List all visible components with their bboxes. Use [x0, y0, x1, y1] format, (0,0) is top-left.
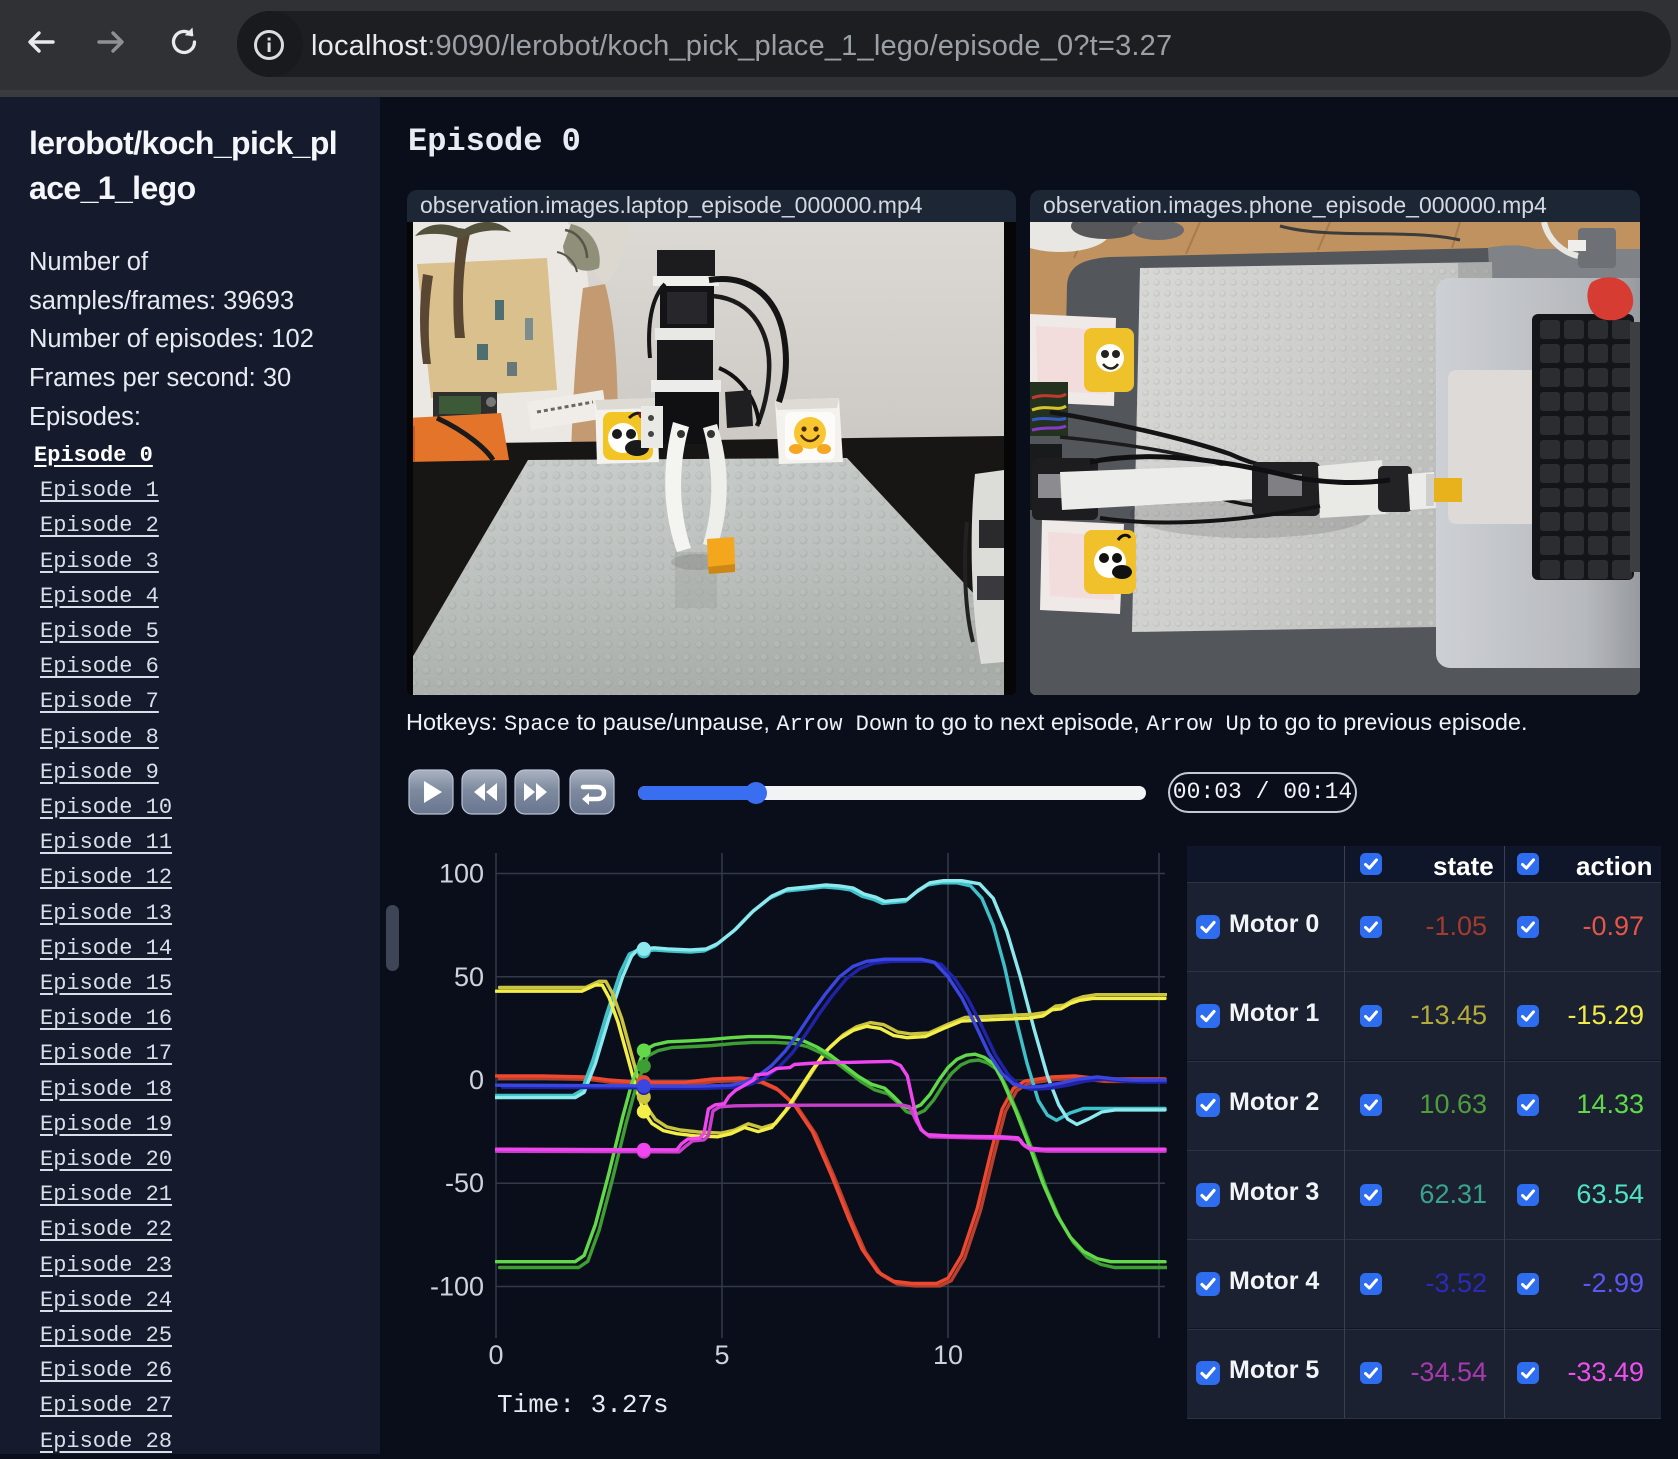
svg-text:50: 50 — [454, 962, 484, 992]
svg-text:-100: -100 — [430, 1272, 484, 1302]
svg-text:0: 0 — [488, 1340, 503, 1370]
svg-text:-50: -50 — [445, 1168, 484, 1198]
svg-text:100: 100 — [439, 859, 484, 889]
svg-text:0: 0 — [469, 1065, 484, 1095]
svg-text:10: 10 — [933, 1340, 963, 1370]
svg-text:5: 5 — [714, 1340, 729, 1370]
